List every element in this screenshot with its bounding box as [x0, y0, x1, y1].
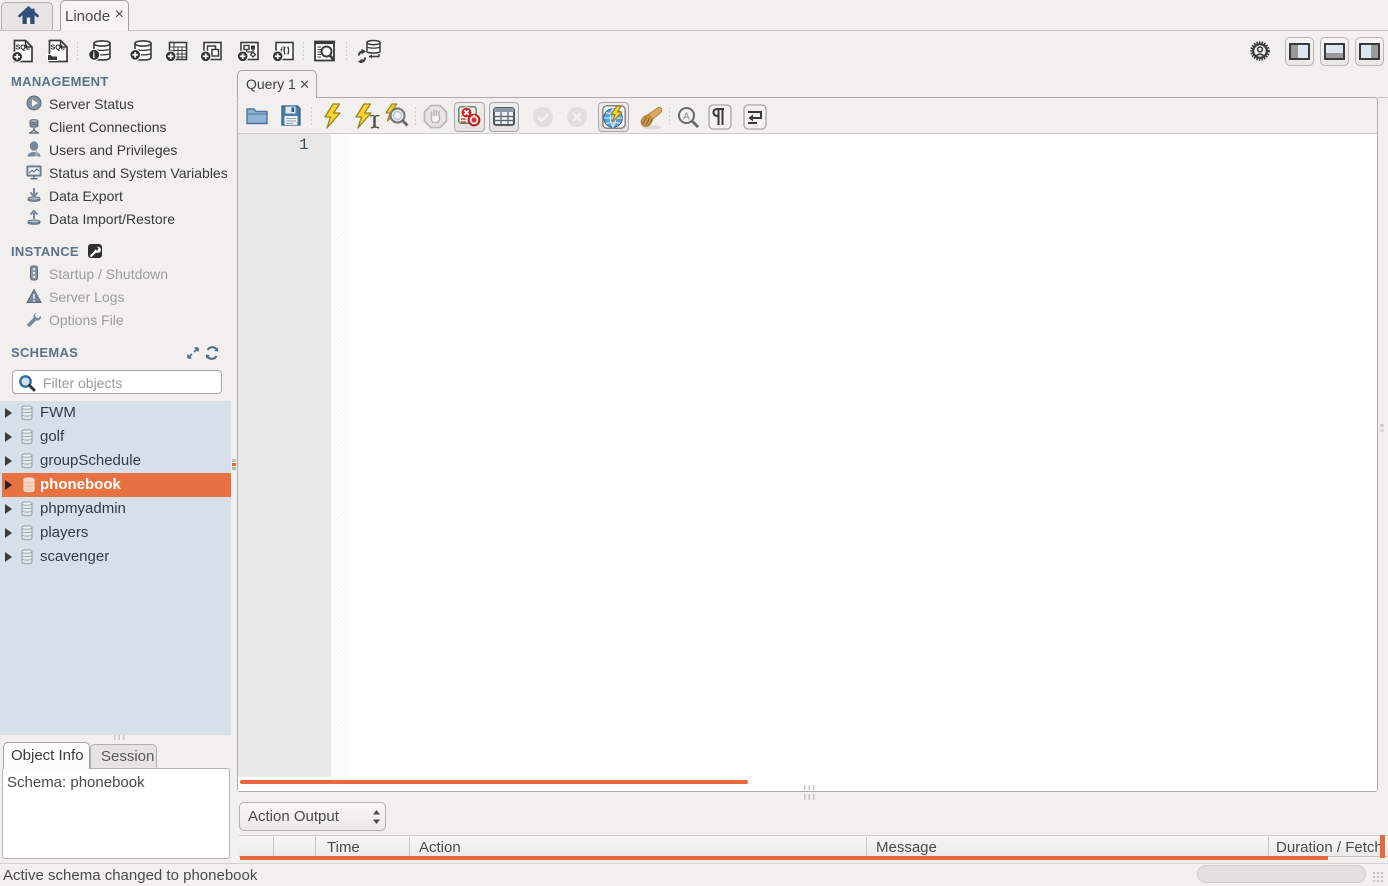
svg-text:SQL: SQL	[16, 45, 31, 52]
svg-text:A: A	[683, 112, 690, 123]
svg-text:SQL: SQL	[51, 45, 66, 52]
